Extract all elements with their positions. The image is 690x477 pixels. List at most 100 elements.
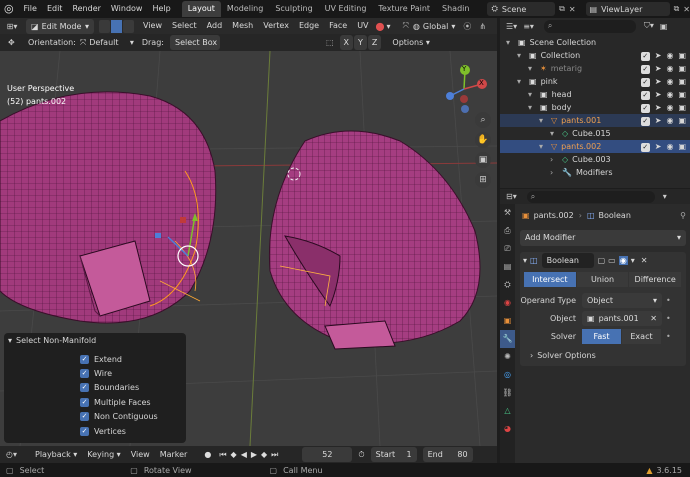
- camera-icon[interactable]: ▣: [678, 64, 686, 73]
- include-checkbox-icon[interactable]: ✓: [640, 143, 650, 152]
- chevron-down-icon[interactable]: ▾: [539, 114, 548, 127]
- tab-output-icon[interactable]: ⎚: [500, 240, 515, 258]
- operator-panel-header[interactable]: ▾ Select Non-Manifold: [4, 333, 186, 348]
- timeline-menu-marker[interactable]: Marker: [155, 447, 193, 463]
- outliner-item-collection[interactable]: ▾ ▣ Collection ✓ ➤ ◉ ▣: [500, 49, 690, 62]
- object-field[interactable]: ▣ pants.001 ✕: [582, 310, 662, 326]
- chevron-down-icon[interactable]: ›: [550, 166, 559, 179]
- transform-tool-icon[interactable]: ✥: [8, 38, 22, 47]
- tab-shadin[interactable]: Shadin: [436, 1, 475, 17]
- operation-difference-button[interactable]: Difference: [629, 272, 682, 287]
- tab-layout[interactable]: Layout: [181, 1, 221, 17]
- select-arrow-icon[interactable]: ➤: [655, 64, 662, 73]
- menu-edit[interactable]: Edit: [42, 1, 68, 17]
- outliner-item-pink[interactable]: ▾ ▣ pink ✓ ➤ ◉ ▣: [500, 75, 690, 88]
- camera-icon[interactable]: ▣: [678, 51, 686, 60]
- edge-select-icon[interactable]: [111, 19, 122, 33]
- eye-icon[interactable]: ◉: [666, 51, 673, 60]
- mode-dropdown[interactable]: ◪ Edit Mode ▾: [26, 18, 94, 34]
- properties-options-icon[interactable]: ▾: [663, 192, 667, 201]
- scene-selector[interactable]: ⛭ Scene: [487, 2, 556, 16]
- chevron-down-icon[interactable]: ▾: [506, 36, 515, 49]
- new-collection-icon[interactable]: ▣: [660, 22, 668, 31]
- navigation-gizmo[interactable]: Y X: [438, 63, 490, 115]
- chevron-down-icon[interactable]: ▾: [528, 88, 537, 101]
- tab-material-icon[interactable]: ◕: [500, 420, 515, 438]
- tab-physics-icon[interactable]: ◎: [500, 366, 515, 384]
- tab-world-icon[interactable]: ◉: [500, 294, 515, 312]
- camera-icon[interactable]: ▣: [678, 90, 686, 99]
- menu-file[interactable]: File: [19, 1, 42, 17]
- option-extend[interactable]: ✓ Extend: [80, 352, 186, 366]
- outliner-filter-mode-icon[interactable]: ≡▾: [523, 22, 534, 31]
- record-icon[interactable]: ●: [204, 450, 211, 459]
- operand-type-dropdown[interactable]: Object ▾: [582, 292, 662, 308]
- chevron-down-icon[interactable]: ▾: [539, 140, 548, 153]
- camera-icon[interactable]: ▣: [678, 116, 686, 125]
- play-reverse-icon[interactable]: ◀: [241, 450, 247, 459]
- scene-new-icon[interactable]: ⧉: [559, 4, 565, 14]
- end-frame-field[interactable]: End 80: [422, 447, 473, 462]
- options-dropdown[interactable]: Options ▾: [392, 38, 429, 47]
- tab-render-icon[interactable]: ⎙: [500, 222, 515, 240]
- close-icon[interactable]: ✕: [650, 311, 657, 326]
- mesh-pants-001[interactable]: [0, 91, 217, 324]
- outliner-item-body[interactable]: ▾ ▣ body ✓ ➤ ◉ ▣: [500, 101, 690, 114]
- drag-dropdown[interactable]: Select Box: [169, 35, 220, 50]
- tab-texture-paint[interactable]: Texture Paint: [372, 1, 436, 17]
- timeline-menu-view[interactable]: View: [126, 447, 155, 463]
- tab-sculpting[interactable]: Sculpting: [269, 1, 318, 17]
- outliner-item-pants-002[interactable]: ▾ ▽ pants.002 ✓ ➤ ◉ ▣: [500, 140, 690, 153]
- include-checkbox-icon[interactable]: ✓: [640, 78, 650, 87]
- viewport-menu-view[interactable]: View: [138, 18, 167, 34]
- eye-icon[interactable]: ◉: [666, 142, 673, 151]
- modifier-name-field[interactable]: Boolean: [541, 253, 594, 268]
- checkbox-icon[interactable]: ✓: [80, 369, 89, 379]
- include-checkbox-icon[interactable]: ✓: [640, 117, 650, 126]
- uv-sync-icon[interactable]: ⬤: [376, 22, 385, 31]
- select-arrow-icon[interactable]: ➤: [655, 90, 662, 99]
- eye-icon[interactable]: ◉: [666, 103, 673, 112]
- mirror-axis-z[interactable]: Z: [367, 35, 382, 50]
- viewport-menu-select[interactable]: Select: [167, 18, 202, 34]
- view-layer-close-icon[interactable]: ✕: [683, 5, 690, 14]
- keyframe-dot-icon[interactable]: •: [666, 296, 671, 305]
- face-select-icon[interactable]: [123, 19, 134, 33]
- checkbox-icon[interactable]: ✓: [80, 354, 89, 364]
- keyframe-dot-icon[interactable]: •: [666, 314, 671, 323]
- scene-close-icon[interactable]: ✕: [569, 5, 576, 14]
- viewport-menu-mesh[interactable]: Mesh: [227, 18, 258, 34]
- properties-search-input[interactable]: ⌕: [526, 190, 655, 203]
- option-multiple-faces[interactable]: ✓ Multiple Faces: [80, 395, 186, 409]
- chevron-down-icon[interactable]: ▾: [528, 101, 537, 114]
- option-non-contiguous[interactable]: ✓ Non Contiguous: [80, 410, 186, 424]
- tab-object-icon[interactable]: ▣: [500, 312, 515, 330]
- outliner-item-pants-001[interactable]: ▾ ▽ pants.001 ✓ ➤ ◉ ▣: [500, 114, 690, 127]
- viewport-menu-uv[interactable]: UV: [352, 18, 373, 34]
- include-checkbox-icon[interactable]: ✓: [640, 52, 650, 61]
- camera-icon[interactable]: ▣: [678, 142, 686, 151]
- tab-view-layer-icon[interactable]: ▤: [500, 258, 515, 276]
- blender-logo-icon[interactable]: ◎: [4, 0, 19, 18]
- solver-fast-button[interactable]: Fast: [582, 328, 621, 344]
- include-checkbox-icon[interactable]: ✓: [640, 104, 650, 113]
- filter-icon[interactable]: ⛉▾: [644, 21, 654, 31]
- viewport-menu-face[interactable]: Face: [324, 18, 352, 34]
- add-modifier-button[interactable]: Add Modifier ▾: [520, 230, 686, 246]
- viewport-3d[interactable]: User Perspective (52) pants.002 Y X ⌕ ✋ …: [0, 51, 497, 446]
- chevron-down-icon[interactable]: ▾: [517, 49, 526, 62]
- stopwatch-icon[interactable]: ⏱: [358, 450, 364, 460]
- outliner-editor-icon[interactable]: ☰▾: [506, 22, 517, 31]
- current-frame-field[interactable]: 52: [302, 447, 353, 462]
- tab-data-icon[interactable]: △: [500, 402, 515, 420]
- transform-orientation-icon[interactable]: ⤧: [402, 21, 408, 31]
- viewport-menu-edge[interactable]: Edge: [294, 18, 324, 34]
- viewport-menu-vertex[interactable]: Vertex: [258, 18, 294, 34]
- outliner-item-modifiers[interactable]: › 🔧 Modifiers: [500, 166, 690, 179]
- editor-type-icon[interactable]: ⊞▾: [0, 22, 24, 31]
- viewport-toggle-icon[interactable]: ▭: [608, 256, 616, 265]
- close-icon[interactable]: ✕: [641, 256, 648, 265]
- outliner-item-cube-003[interactable]: › ◇ Cube.003: [500, 153, 690, 166]
- tab-uv-editing[interactable]: UV Editing: [319, 1, 373, 17]
- chevron-down-icon[interactable]: ▾: [386, 22, 390, 31]
